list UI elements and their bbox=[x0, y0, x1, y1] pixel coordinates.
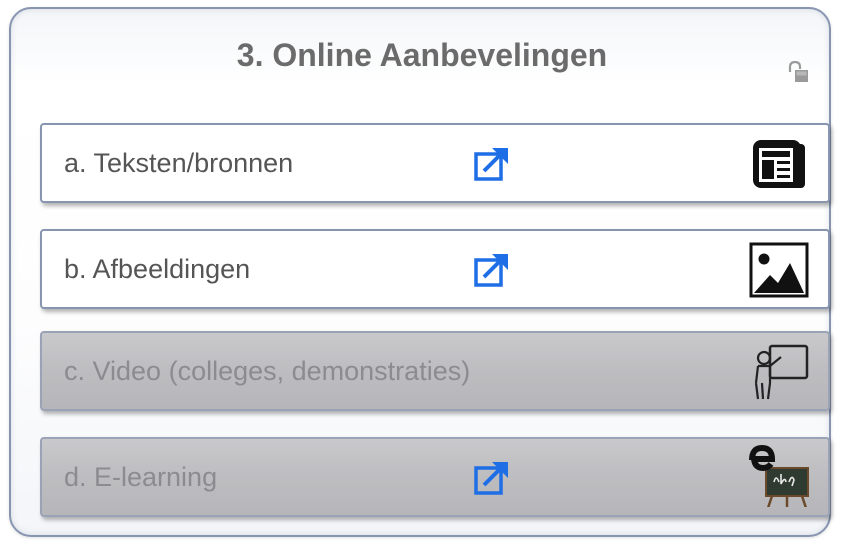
item-label: a. Teksten/bronnen bbox=[64, 148, 294, 178]
external-link-icon[interactable] bbox=[472, 456, 514, 498]
panel-title: 3. Online Aanbevelingen bbox=[236, 37, 608, 73]
recommendations-panel: 3. Online Aanbevelingen a. Teksten/bronn… bbox=[9, 7, 831, 537]
external-link-icon[interactable] bbox=[472, 248, 514, 290]
unlocked-padlock-icon[interactable] bbox=[787, 61, 809, 83]
image-icon bbox=[749, 242, 809, 298]
newspaper-icon bbox=[753, 140, 805, 188]
item-e-learning: d. E-learning bbox=[40, 437, 830, 517]
item-video: c. Video (colleges, demonstraties) bbox=[40, 331, 830, 411]
item-label: c. Video (colleges, demonstraties) bbox=[64, 356, 471, 386]
presenter-icon bbox=[754, 344, 809, 400]
item-afbeeldingen[interactable]: b. Afbeeldingen bbox=[40, 229, 830, 309]
item-teksten-bronnen[interactable]: a. Teksten/bronnen bbox=[40, 123, 830, 203]
e-learning-blackboard-icon bbox=[749, 444, 809, 507]
item-label: b. Afbeeldingen bbox=[64, 254, 251, 284]
item-label: d. E-learning bbox=[64, 462, 218, 492]
external-link-icon[interactable] bbox=[472, 142, 514, 184]
